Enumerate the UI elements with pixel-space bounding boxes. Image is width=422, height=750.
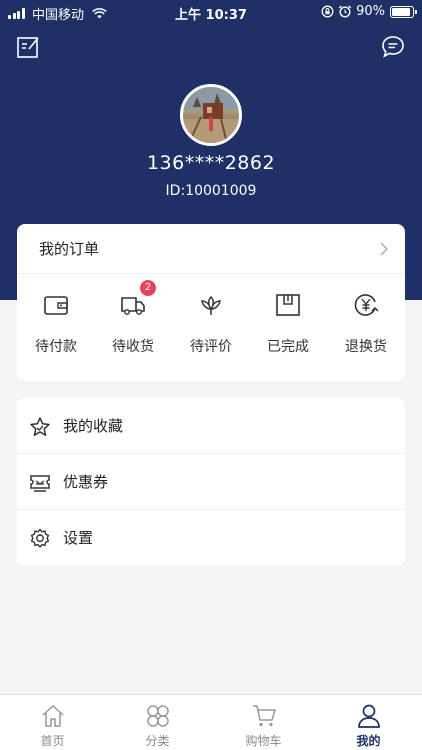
order-pending-review[interactable]: 待评价 bbox=[173, 292, 249, 356]
user-phone: 136****2862 bbox=[146, 152, 276, 174]
person-icon bbox=[357, 704, 380, 728]
gear-icon bbox=[30, 528, 50, 548]
tab-label: 分类 bbox=[145, 734, 170, 748]
menu-settings[interactable]: 设置 bbox=[17, 510, 405, 566]
orders-title: 我的订单 bbox=[39, 240, 100, 258]
cart-icon bbox=[252, 705, 276, 727]
category-icon bbox=[146, 705, 169, 727]
tab-label: 购物车 bbox=[245, 734, 282, 748]
menu-card: 我的收藏 优惠券 设置 bbox=[17, 398, 405, 566]
star-icon bbox=[30, 417, 50, 436]
order-pending-payment[interactable]: 待付款 bbox=[18, 292, 94, 356]
battery-percent: 90% bbox=[356, 4, 385, 19]
tab-label: 我的 bbox=[356, 734, 381, 748]
truck-icon bbox=[121, 297, 145, 315]
yuan-refund-icon bbox=[354, 294, 379, 316]
order-count-badge: 2 bbox=[140, 280, 156, 296]
lotus-icon bbox=[201, 295, 221, 315]
menu-label: 优惠券 bbox=[63, 473, 109, 491]
chevron-right-icon bbox=[380, 242, 388, 256]
rotation-lock-icon bbox=[321, 5, 334, 18]
orders-header[interactable]: 我的订单 bbox=[17, 224, 405, 274]
order-status-row: 待付款 2 待收货 待评价 已完成 退换货 bbox=[17, 274, 405, 381]
wallet-icon bbox=[44, 296, 68, 315]
tab-cart[interactable]: 购物车 bbox=[211, 695, 316, 750]
status-bar: 中国移动 上午 10:37 90% bbox=[0, 0, 422, 24]
tab-bar: 首页 分类 购物车 我的 bbox=[0, 694, 422, 750]
coupon-icon bbox=[30, 475, 50, 492]
menu-label: 我的收藏 bbox=[63, 417, 124, 435]
order-completed[interactable]: 已完成 bbox=[250, 292, 326, 356]
avatar[interactable] bbox=[180, 84, 242, 146]
order-label: 已完成 bbox=[267, 339, 309, 355]
status-right: 90% bbox=[321, 4, 417, 19]
order-label: 待收货 bbox=[112, 339, 154, 355]
tab-home[interactable]: 首页 bbox=[0, 695, 105, 750]
tab-label: 首页 bbox=[40, 734, 65, 748]
avatar-photo bbox=[183, 87, 239, 143]
tab-category[interactable]: 分类 bbox=[105, 695, 210, 750]
message-bubble-icon[interactable] bbox=[380, 34, 406, 60]
box-icon bbox=[276, 294, 300, 316]
edit-note-icon[interactable] bbox=[16, 34, 42, 60]
user-id: ID:10001009 bbox=[165, 183, 257, 199]
orders-card: 我的订单 待付款 2 待收货 待评价 已完成 退换货 bbox=[17, 224, 405, 381]
order-pending-receipt[interactable]: 2 待收货 bbox=[95, 280, 171, 356]
menu-label: 设置 bbox=[63, 529, 94, 547]
alarm-icon bbox=[338, 5, 352, 18]
battery-icon bbox=[390, 5, 417, 18]
order-label: 待付款 bbox=[35, 339, 77, 355]
menu-coupons[interactable]: 优惠券 bbox=[17, 454, 405, 510]
order-refund[interactable]: 退换货 bbox=[328, 292, 404, 356]
order-label: 退换货 bbox=[345, 339, 387, 355]
menu-favorites[interactable]: 我的收藏 bbox=[17, 398, 405, 454]
home-icon bbox=[41, 704, 64, 727]
order-label: 待评价 bbox=[190, 339, 232, 355]
battery-fill bbox=[392, 7, 410, 16]
tab-mine[interactable]: 我的 bbox=[316, 695, 421, 750]
